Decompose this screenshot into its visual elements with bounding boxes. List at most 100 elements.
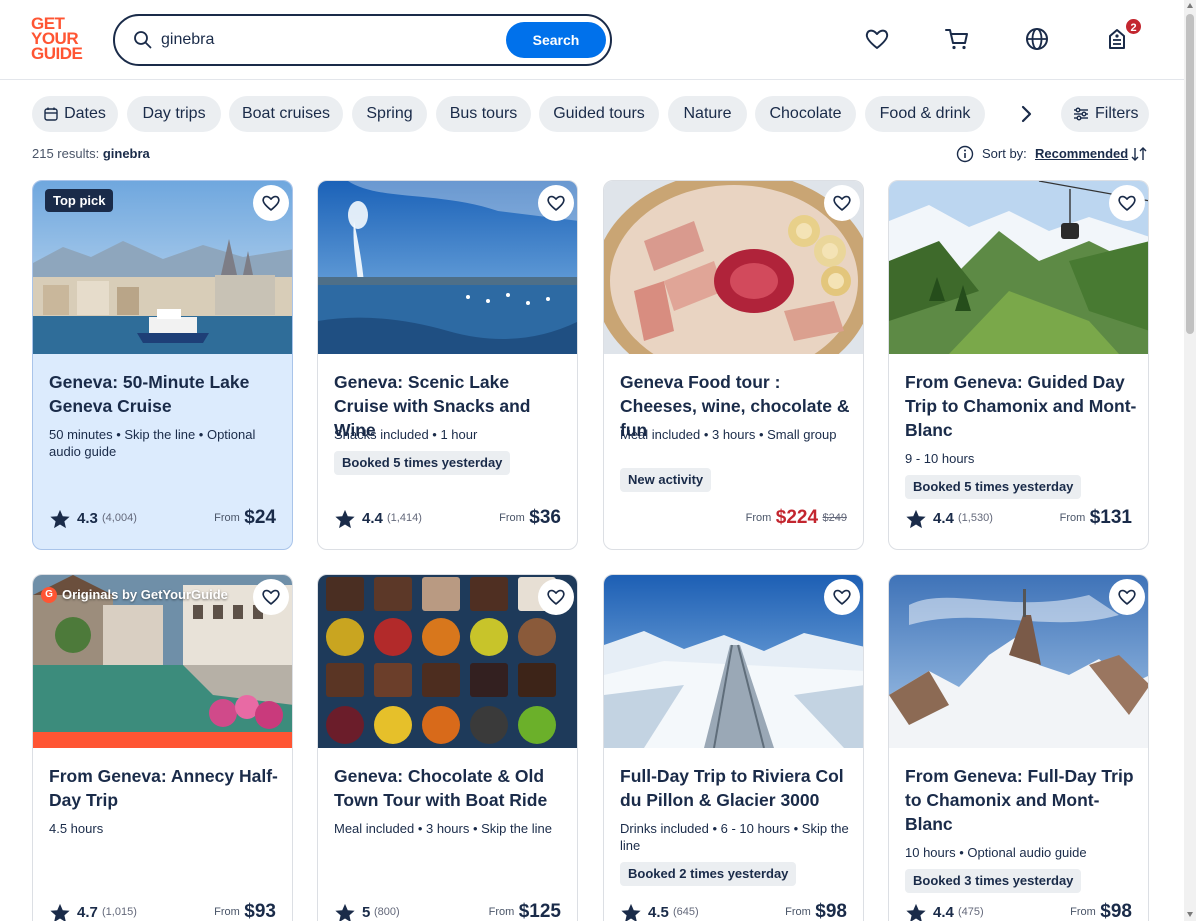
search-input[interactable] xyxy=(161,27,501,53)
booked-badge: Booked 5 times yesterday xyxy=(905,475,1082,499)
activity-title[interactable]: From Geneva: Guided Day Trip to Chamonix… xyxy=(905,370,1137,442)
add-to-wishlist-button[interactable] xyxy=(538,579,574,615)
page-scrollbar[interactable] xyxy=(1184,0,1196,921)
logo-line-3: GUIDE xyxy=(31,44,83,63)
star-icon xyxy=(50,903,70,921)
review-count: (1,414) xyxy=(387,512,422,524)
add-to-wishlist-button[interactable] xyxy=(1109,185,1145,221)
scroll-down-arrow-icon[interactable] xyxy=(1186,910,1194,918)
activity-card[interactable]: Full-Day Trip to Riviera Col du Pillon &… xyxy=(603,574,864,921)
activity-image xyxy=(889,575,1148,748)
booked-badge: Booked 5 times yesterday xyxy=(334,451,511,475)
getyourguide-logo[interactable]: GET YOUR GUIDE xyxy=(31,15,91,64)
activity-title[interactable]: Geneva: 50-Minute Lake Geneva Cruise xyxy=(49,370,281,418)
calendar-icon xyxy=(44,107,58,121)
activity-meta: 50 minutes • Skip the line • Optional au… xyxy=(49,427,256,459)
add-to-wishlist-button[interactable] xyxy=(824,185,860,221)
price-from-label: From xyxy=(214,512,240,524)
search-button[interactable]: Search xyxy=(506,22,606,58)
price-amount: $224 xyxy=(775,507,819,528)
top-header: GET YOUR GUIDE Search xyxy=(0,0,1184,80)
activity-image xyxy=(318,181,577,354)
booked-badge: Booked 3 times yesterday xyxy=(905,869,1082,893)
activity-card[interactable]: From Geneva: Guided Day Trip to Chamonix… xyxy=(888,180,1149,550)
add-to-wishlist-button[interactable] xyxy=(824,579,860,615)
activity-card[interactable]: From Geneva: Full-Day Trip to Chamonix a… xyxy=(888,574,1149,921)
chevron-right-icon[interactable] xyxy=(1008,96,1044,132)
price-amount: $125 xyxy=(518,901,561,921)
heart-icon xyxy=(1118,589,1136,605)
chip-guided-tours[interactable]: Guided tours xyxy=(539,96,659,132)
originals-label: Originals by GetYourGuide xyxy=(62,587,228,602)
info-icon[interactable] xyxy=(956,145,974,163)
price-from-label: From xyxy=(785,906,811,918)
chip-boat-cruises[interactable]: Boat cruises xyxy=(229,96,343,132)
chip-food-drink[interactable]: Food & drink xyxy=(865,96,985,132)
cart-icon[interactable] xyxy=(944,26,970,52)
star-icon xyxy=(50,509,70,529)
activity-card[interactable]: Geneva: Chocolate & Old Town Tour with B… xyxy=(317,574,578,921)
heart-icon xyxy=(262,589,280,605)
add-to-wishlist-button[interactable] xyxy=(1109,579,1145,615)
star-icon xyxy=(335,903,355,921)
add-to-wishlist-button[interactable] xyxy=(538,185,574,221)
price-from-label: From xyxy=(488,906,515,918)
activity-title[interactable]: From Geneva: Annecy Half-Day Trip xyxy=(49,764,281,812)
rating-value: 4.4 xyxy=(933,904,954,921)
filters-button[interactable]: Filters xyxy=(1061,96,1149,132)
heart-icon xyxy=(547,195,565,211)
star-icon xyxy=(906,903,926,921)
review-count: (475) xyxy=(958,906,984,918)
heart-icon xyxy=(833,195,851,211)
results-count: 215 results: ginebra xyxy=(32,146,150,161)
review-count: (1,015) xyxy=(102,906,137,918)
activity-image: G Originals by GetYourGuide xyxy=(33,575,292,748)
add-to-wishlist-button[interactable] xyxy=(253,185,289,221)
sort-label: Sort by: xyxy=(982,146,1027,161)
chip-day-trips[interactable]: Day trips xyxy=(127,96,221,132)
globe-icon[interactable] xyxy=(1024,26,1050,52)
booked-badge: Booked 2 times yesterday xyxy=(620,862,797,886)
scroll-up-arrow-icon[interactable] xyxy=(1186,2,1194,10)
price: From $98 xyxy=(1070,901,1132,921)
price-from-label: From xyxy=(745,512,772,524)
originals-badge: G Originals by GetYourGuide xyxy=(41,585,228,605)
sort-dropdown[interactable]: Recommended xyxy=(1035,146,1128,161)
review-count: (800) xyxy=(374,906,400,918)
results-count-text: 215 results: xyxy=(32,146,100,161)
price-from-label: From xyxy=(499,512,525,524)
sort-arrows-icon[interactable] xyxy=(1130,145,1148,163)
activity-title[interactable]: Geneva: Chocolate & Old Town Tour with B… xyxy=(334,764,566,812)
originals-bar xyxy=(33,732,292,748)
price: From $98 xyxy=(785,901,847,921)
sort-control: Sort by: Recommended xyxy=(956,144,1148,164)
price-amount: $36 xyxy=(529,507,561,528)
scrollbar-thumb[interactable] xyxy=(1186,14,1194,334)
activity-title[interactable]: From Geneva: Full-Day Trip to Chamonix a… xyxy=(905,764,1137,836)
activity-image xyxy=(318,575,577,748)
activity-image xyxy=(889,181,1148,354)
chip-bus-tours[interactable]: Bus tours xyxy=(436,96,531,132)
review-count: (645) xyxy=(673,906,699,918)
activity-image xyxy=(604,181,863,354)
activity-meta: 9 - 10 hours xyxy=(905,451,975,466)
activity-card[interactable]: Geneva Food tour : Cheeses, wine, chocol… xyxy=(603,180,864,550)
chip-nature[interactable]: Nature xyxy=(668,96,747,132)
activity-card[interactable]: Top pick Geneva: 50-Minute Lake Geneva C… xyxy=(32,180,293,550)
chip-spring[interactable]: Spring xyxy=(352,96,427,132)
chip-dates[interactable]: Dates xyxy=(32,96,118,132)
activity-card[interactable]: G Originals by GetYourGuide From Geneva:… xyxy=(32,574,293,921)
price-amount: $24 xyxy=(244,507,276,528)
add-to-wishlist-button[interactable] xyxy=(253,579,289,615)
price: From $93 xyxy=(214,901,276,921)
chip-chocolate[interactable]: Chocolate xyxy=(755,96,856,132)
review-count: (1,530) xyxy=(958,512,993,524)
new-activity-badge: New activity xyxy=(620,468,712,492)
page: GET YOUR GUIDE Search xyxy=(0,0,1196,921)
rating-value: 4.7 xyxy=(77,904,98,921)
sliders-icon xyxy=(1074,107,1088,121)
activity-meta: Snacks included • 1 hour xyxy=(334,427,478,442)
activity-title[interactable]: Full-Day Trip to Riviera Col du Pillon &… xyxy=(620,764,852,812)
wishlist-heart-icon[interactable] xyxy=(864,26,890,52)
activity-card[interactable]: Geneva: Scenic Lake Cruise with Snacks a… xyxy=(317,180,578,550)
